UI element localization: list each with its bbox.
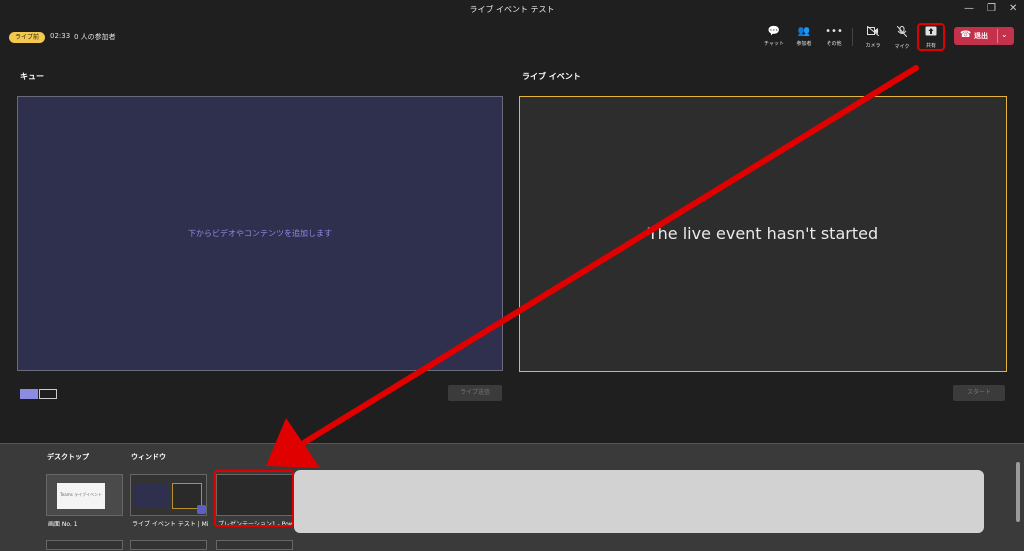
arrow-shaft bbox=[302, 65, 919, 445]
annotation-arrow bbox=[266, 65, 919, 468]
arrow-head bbox=[266, 418, 320, 468]
